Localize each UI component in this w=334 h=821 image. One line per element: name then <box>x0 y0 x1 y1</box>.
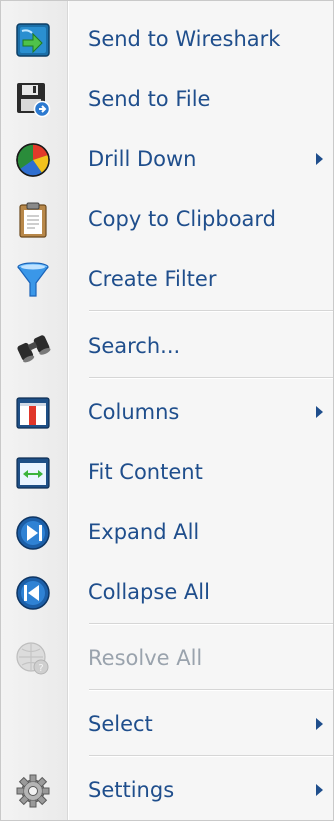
menu-item-label: Send to Wireshark <box>88 27 281 51</box>
menu-item-expand-all[interactable]: Expand All <box>1 503 333 561</box>
menu-item-label: Expand All <box>88 520 200 544</box>
menu-item-label: Send to File <box>88 87 211 111</box>
menu-item-resolve-all: ? Resolve All <box>1 629 333 687</box>
menu-item-copy-to-clipboard[interactable]: Copy to Clipboard <box>1 190 333 248</box>
menu-item-select[interactable]: Select <box>1 695 333 753</box>
menu-item-columns[interactable]: Columns <box>1 383 333 441</box>
menu-separator <box>89 377 333 379</box>
menu-item-label: Collapse All <box>88 580 210 604</box>
menu-separator <box>89 689 333 691</box>
menu-item-label: Fit Content <box>88 460 203 484</box>
menu-item-label: Copy to Clipboard <box>88 207 277 231</box>
menu-item-collapse-all[interactable]: Collapse All <box>1 563 333 621</box>
save-to-file-icon <box>14 81 52 119</box>
wireshark-icon <box>14 21 52 59</box>
menu-item-label: Search... <box>88 334 181 358</box>
svg-text:?: ? <box>38 663 43 674</box>
filter-funnel-icon <box>14 261 52 299</box>
resolve-all-icon: ? <box>14 640 52 678</box>
menu-item-label: Create Filter <box>88 267 217 291</box>
menu-item-fit-content[interactable]: Fit Content <box>1 443 333 501</box>
collapse-all-icon <box>14 574 52 612</box>
menu-item-label: Columns <box>88 400 180 424</box>
menu-separator <box>89 755 333 757</box>
submenu-arrow-icon <box>316 784 323 796</box>
columns-icon <box>14 394 52 432</box>
menu-item-send-to-file[interactable]: Send to File <box>1 70 333 128</box>
submenu-arrow-icon <box>316 406 323 418</box>
fit-content-icon <box>14 454 52 492</box>
menu-separator <box>89 310 333 312</box>
menu-item-send-to-wireshark[interactable]: Send to Wireshark <box>1 10 333 68</box>
menu-item-create-filter[interactable]: Create Filter <box>1 250 333 308</box>
binoculars-icon <box>14 328 52 366</box>
context-menu: Send to Wireshark Send to File Drill Dow… <box>0 0 334 821</box>
menu-item-search[interactable]: Search... <box>1 317 333 375</box>
menu-item-drill-down[interactable]: Drill Down <box>1 130 333 188</box>
menu-item-label: Drill Down <box>88 147 197 171</box>
submenu-arrow-icon <box>316 153 323 165</box>
drill-down-chart-icon <box>14 141 52 179</box>
menu-item-label: Select <box>88 712 153 736</box>
gear-icon <box>14 772 52 810</box>
submenu-arrow-icon <box>316 718 323 730</box>
clipboard-icon <box>14 201 52 239</box>
menu-separator <box>89 623 333 625</box>
menu-item-label: Settings <box>88 778 175 802</box>
menu-item-label: Resolve All <box>88 646 203 670</box>
expand-all-icon <box>14 514 52 552</box>
menu-item-settings[interactable]: Settings <box>1 761 333 819</box>
